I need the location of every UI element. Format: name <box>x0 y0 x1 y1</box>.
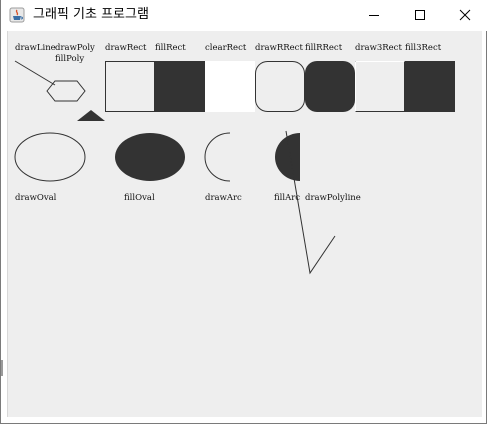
fillrrect-shape <box>305 61 355 112</box>
close-icon <box>459 9 471 21</box>
label-clearrect: clearRect <box>205 43 247 53</box>
label-fillpoly: fillPoly <box>55 54 84 64</box>
maximize-icon <box>415 10 425 20</box>
close-button[interactable] <box>442 0 488 30</box>
fillrect-shape <box>155 61 205 112</box>
filloval-shape <box>115 133 185 181</box>
label-drawrrect: drawRRect <box>255 43 303 53</box>
draw3rect-shape <box>355 61 405 112</box>
label-drawrect: drawRect <box>105 43 147 53</box>
java-cup-icon <box>9 7 25 23</box>
graphics-canvas: drawLine drawPoly fillPoly drawRect fill… <box>14 43 455 275</box>
label-fillarc: fillArc <box>274 193 300 203</box>
label-drawpolyline: drawPolyline <box>305 193 361 203</box>
drawrrect-shape <box>255 61 305 112</box>
label-draw3rect: draw3Rect <box>355 43 402 53</box>
app-window: 그래픽 기초 프로그램 drawLine drawPoly fillPoly d… <box>0 0 488 424</box>
label-drawline: drawLine <box>15 43 56 53</box>
label-filloval: fillOval <box>124 193 155 203</box>
label-fillrect: fillRect <box>155 43 186 53</box>
window-edge-mark <box>1 360 3 376</box>
minimize-icon <box>369 15 379 16</box>
fill3rect-shape <box>405 61 455 112</box>
label-drawarc: drawArc <box>205 193 242 203</box>
label-drawoval: drawOval <box>15 193 57 203</box>
label-fillrrect: fillRRect <box>305 43 343 53</box>
window-title: 그래픽 기초 프로그램 <box>33 7 149 22</box>
drawing-panel: drawLine drawPoly fillPoly drawRect fill… <box>7 31 482 417</box>
title-bar[interactable]: 그래픽 기초 프로그램 <box>1 0 488 31</box>
drawoval-shape <box>14 132 86 182</box>
fillpoly-shape <box>77 110 105 121</box>
label-drawpoly: drawPoly <box>55 43 95 53</box>
drawarc-shape <box>204 132 231 182</box>
label-fill3rect: fill3Rect <box>405 43 442 53</box>
maximize-button[interactable] <box>397 0 443 30</box>
drawpoly-shape <box>46 80 86 102</box>
minimize-button[interactable] <box>351 0 397 30</box>
drawrect-shape <box>105 61 155 112</box>
drawline-shape <box>14 60 56 86</box>
clearrect-shape <box>205 61 255 112</box>
